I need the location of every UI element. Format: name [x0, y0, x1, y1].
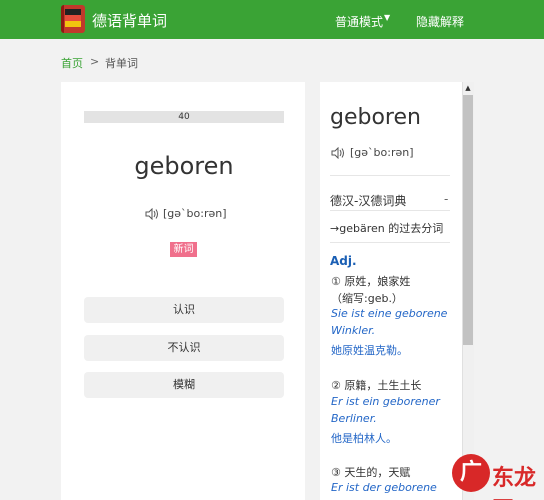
- breadcrumb-separator: >: [90, 55, 100, 68]
- dictionary-name[interactable]: 德汉-汉德词典: [330, 192, 406, 209]
- breadcrumb-current: 背单词: [105, 57, 138, 70]
- scroll-up-arrow-icon[interactable]: ▲: [463, 83, 473, 93]
- example-3-line-1: Er ist der geborene: [331, 481, 437, 494]
- sense-1: ① 原姓，娘家姓: [331, 275, 411, 288]
- past-participle-note: →gebären 的过去分词: [330, 222, 444, 235]
- hide-explanation-link[interactable]: 隐藏解释: [416, 13, 464, 30]
- scrollbar-thumb[interactable]: [463, 95, 473, 345]
- example-2-line-2: Berliner.: [331, 412, 377, 425]
- translation-1: 她原姓温克勒。: [331, 344, 408, 357]
- divider: [330, 175, 450, 176]
- mode-dropdown[interactable]: 普通模式: [335, 13, 383, 30]
- sense-1-note: （缩写:geb.）: [331, 292, 403, 305]
- example-1-line-1: Sie ist eine geborene: [331, 307, 448, 320]
- divider: [330, 210, 450, 211]
- watermark-text: 东龙网: [492, 466, 537, 500]
- example-2-line-1: Er ist ein geborener: [331, 395, 440, 408]
- app-title[interactable]: 德语背单词: [92, 10, 167, 31]
- site-watermark: 广 东龙网: [452, 450, 542, 500]
- panel-word: geboren: [330, 105, 421, 130]
- watermark-mark: 广: [452, 454, 490, 492]
- fuzzy-button[interactable]: 模糊: [84, 372, 284, 398]
- divider: [330, 242, 450, 243]
- logo-spine: [61, 5, 64, 33]
- breadcrumb-home[interactable]: 首页: [61, 55, 83, 71]
- dictionary-collapse-toggle[interactable]: -: [444, 192, 448, 206]
- progress-label: 40: [178, 112, 190, 122]
- app-logo[interactable]: [61, 5, 85, 33]
- example-1-line-2: Winkler.: [331, 324, 376, 337]
- speaker-icon[interactable]: [145, 208, 159, 220]
- progress-bar: 40: [84, 111, 284, 123]
- dont-know-button[interactable]: 不认识: [84, 335, 284, 361]
- panel-phonetic: [gə`bo:rən]: [350, 146, 414, 159]
- caret-down-icon[interactable]: ▼: [384, 13, 390, 22]
- speaker-icon[interactable]: [331, 147, 345, 159]
- word-card: [61, 82, 305, 500]
- new-word-badge: 新词: [170, 242, 197, 257]
- know-button[interactable]: 认识: [84, 297, 284, 323]
- logo-stripe-gold: [65, 21, 81, 27]
- word-title: geboren: [134, 152, 234, 180]
- translation-2: 他是柏林人。: [331, 432, 397, 445]
- part-of-speech: Adj.: [330, 254, 357, 268]
- sense-3: ③ 天生的，天赋: [331, 466, 411, 479]
- word-phonetic: [gə`bo:rən]: [163, 207, 227, 220]
- sense-2: ② 原籍，土生土长: [331, 379, 422, 392]
